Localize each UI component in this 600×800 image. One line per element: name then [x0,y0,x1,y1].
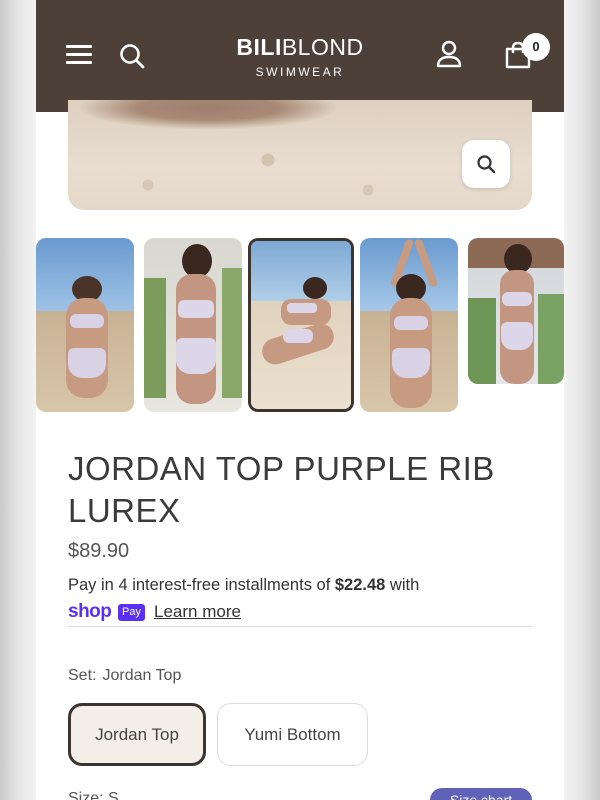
logo-subtitle: SWIMWEAR [255,65,345,79]
size-chart-button[interactable]: Size chart [430,788,532,800]
thumbnail-4[interactable] [360,238,458,412]
set-label: Set: Jordan Top [68,667,181,685]
cart-count-badge: 0 [522,33,550,61]
product-page: BILIBLOND SWIMWEAR 0 JORDAN TOP PURPLE R… [36,0,564,800]
set-selected-value: Jordan Top [102,667,182,684]
logo-bold: BILI [236,34,282,60]
installment-suffix: with [385,576,420,594]
zoom-icon [477,155,496,174]
size-label: Size: S [68,790,119,800]
divider [68,626,532,627]
shop-pay-logo: shop [68,601,112,622]
set-label-text: Set: [68,667,97,684]
search-icon[interactable] [118,42,146,70]
set-option-yumi-bottom[interactable]: Yumi Bottom [217,703,368,766]
learn-more-link[interactable]: Learn more [154,602,241,622]
set-option-jordan-top[interactable]: Jordan Top [68,703,206,766]
thumbnail-2[interactable] [144,238,242,412]
installment-prefix: Pay in 4 interest-free installments of [68,576,335,594]
logo-light: BLOND [281,34,364,60]
installment-amount: $22.48 [334,576,386,594]
installment-text: Pay in 4 interest-free installments of $… [68,576,419,595]
zoom-button[interactable] [462,140,510,188]
size-label-text: Size: [68,790,104,800]
thumbnail-5[interactable] [468,238,564,384]
menu-icon[interactable] [66,44,92,66]
product-price: $89.90 [68,540,130,562]
account-icon[interactable] [436,40,462,68]
size-selected-value: S [108,790,119,800]
brand-logo[interactable]: BILIBLOND SWIMWEAR [200,34,400,79]
shop-pay-badge: Pay [118,604,145,621]
site-header: BILIBLOND SWIMWEAR 0 [36,0,564,112]
product-title: JORDAN TOP PURPLE RIB LUREX [68,450,495,529]
thumbnail-1[interactable] [36,238,134,412]
thumbnail-3-active[interactable] [248,238,354,412]
